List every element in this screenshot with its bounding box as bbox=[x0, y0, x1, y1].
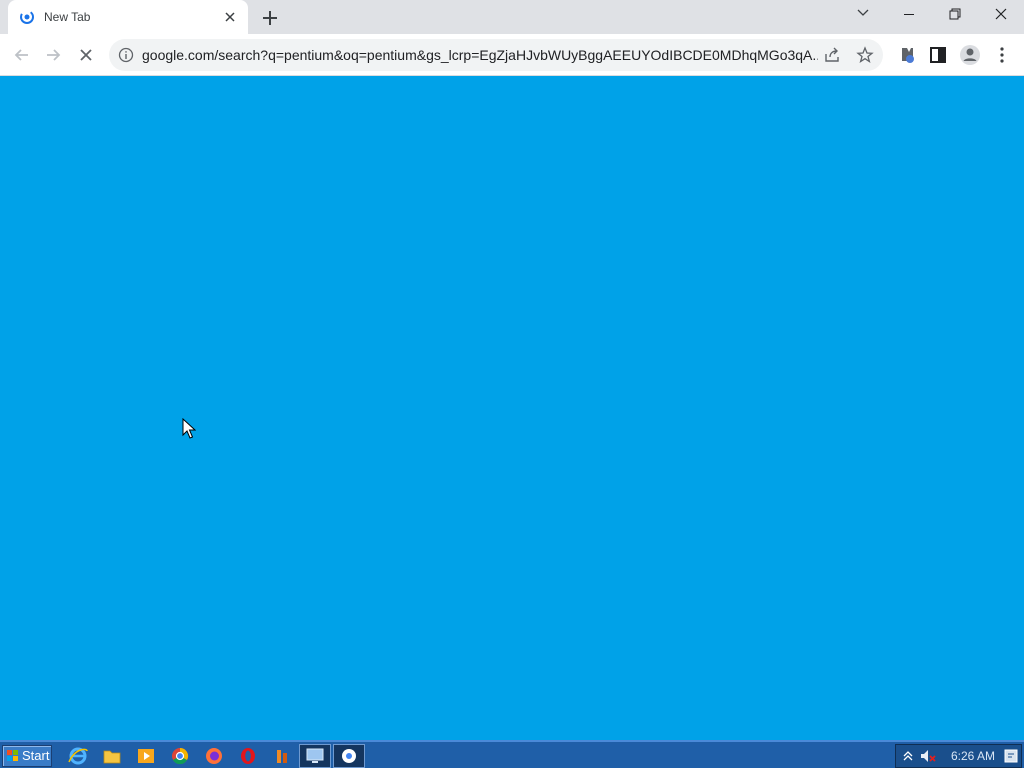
clock[interactable]: 6:26 AM bbox=[951, 749, 995, 763]
restore-icon[interactable] bbox=[932, 0, 978, 30]
star-icon[interactable] bbox=[856, 46, 874, 64]
menu-icon[interactable] bbox=[989, 42, 1015, 68]
active-tab[interactable]: New Tab bbox=[8, 0, 248, 34]
stop-loading-icon[interactable] bbox=[73, 42, 99, 68]
app-icon[interactable] bbox=[269, 745, 295, 767]
chrome-icon[interactable] bbox=[167, 745, 193, 767]
chrome-task[interactable] bbox=[333, 744, 365, 768]
address-bar[interactable]: google.com/search?q=pentium&oq=pentium&g… bbox=[109, 39, 883, 71]
profile-icon[interactable] bbox=[957, 42, 983, 68]
firefox-icon[interactable] bbox=[201, 745, 227, 767]
windows-logo-icon bbox=[7, 750, 18, 761]
minimize-icon[interactable] bbox=[886, 0, 932, 30]
side-panel-icon[interactable] bbox=[925, 42, 951, 68]
new-tab-icon[interactable] bbox=[259, 7, 281, 29]
loading-favicon-icon bbox=[20, 10, 34, 24]
mouse-cursor-icon bbox=[182, 418, 196, 439]
tab-strip: New Tab bbox=[0, 0, 1024, 34]
back-icon[interactable] bbox=[9, 42, 35, 68]
action-center-icon[interactable] bbox=[1004, 749, 1018, 763]
taskbar: Start 6:26 AM bbox=[0, 740, 1024, 768]
ie-icon[interactable] bbox=[65, 745, 91, 767]
start-label: Start bbox=[22, 748, 50, 763]
close-tab-icon[interactable] bbox=[222, 9, 238, 25]
tab-title: New Tab bbox=[44, 10, 91, 24]
close-icon[interactable] bbox=[978, 0, 1024, 30]
volume-muted-icon[interactable] bbox=[919, 748, 937, 764]
chrome-task-icon bbox=[342, 749, 356, 763]
start-button[interactable]: Start bbox=[2, 745, 52, 767]
tab-search-icon[interactable] bbox=[840, 0, 886, 30]
opera-icon[interactable] bbox=[235, 745, 261, 767]
info-icon[interactable] bbox=[118, 47, 134, 63]
forward-icon[interactable] bbox=[40, 42, 66, 68]
desktop-task[interactable] bbox=[299, 744, 331, 768]
folder-icon[interactable] bbox=[99, 745, 125, 767]
system-tray: 6:26 AM bbox=[895, 744, 1022, 768]
browser-toolbar: google.com/search?q=pentium&oq=pentium&g… bbox=[0, 34, 1024, 76]
share-icon[interactable] bbox=[823, 46, 841, 64]
page-content bbox=[0, 77, 1024, 740]
show-hidden-icons-icon[interactable] bbox=[901, 749, 915, 763]
media-player-icon[interactable] bbox=[133, 745, 159, 767]
monitor-icon bbox=[306, 748, 324, 763]
url-text[interactable]: google.com/search?q=pentium&oq=pentium&g… bbox=[142, 46, 818, 64]
extensions-icon[interactable] bbox=[893, 42, 919, 68]
